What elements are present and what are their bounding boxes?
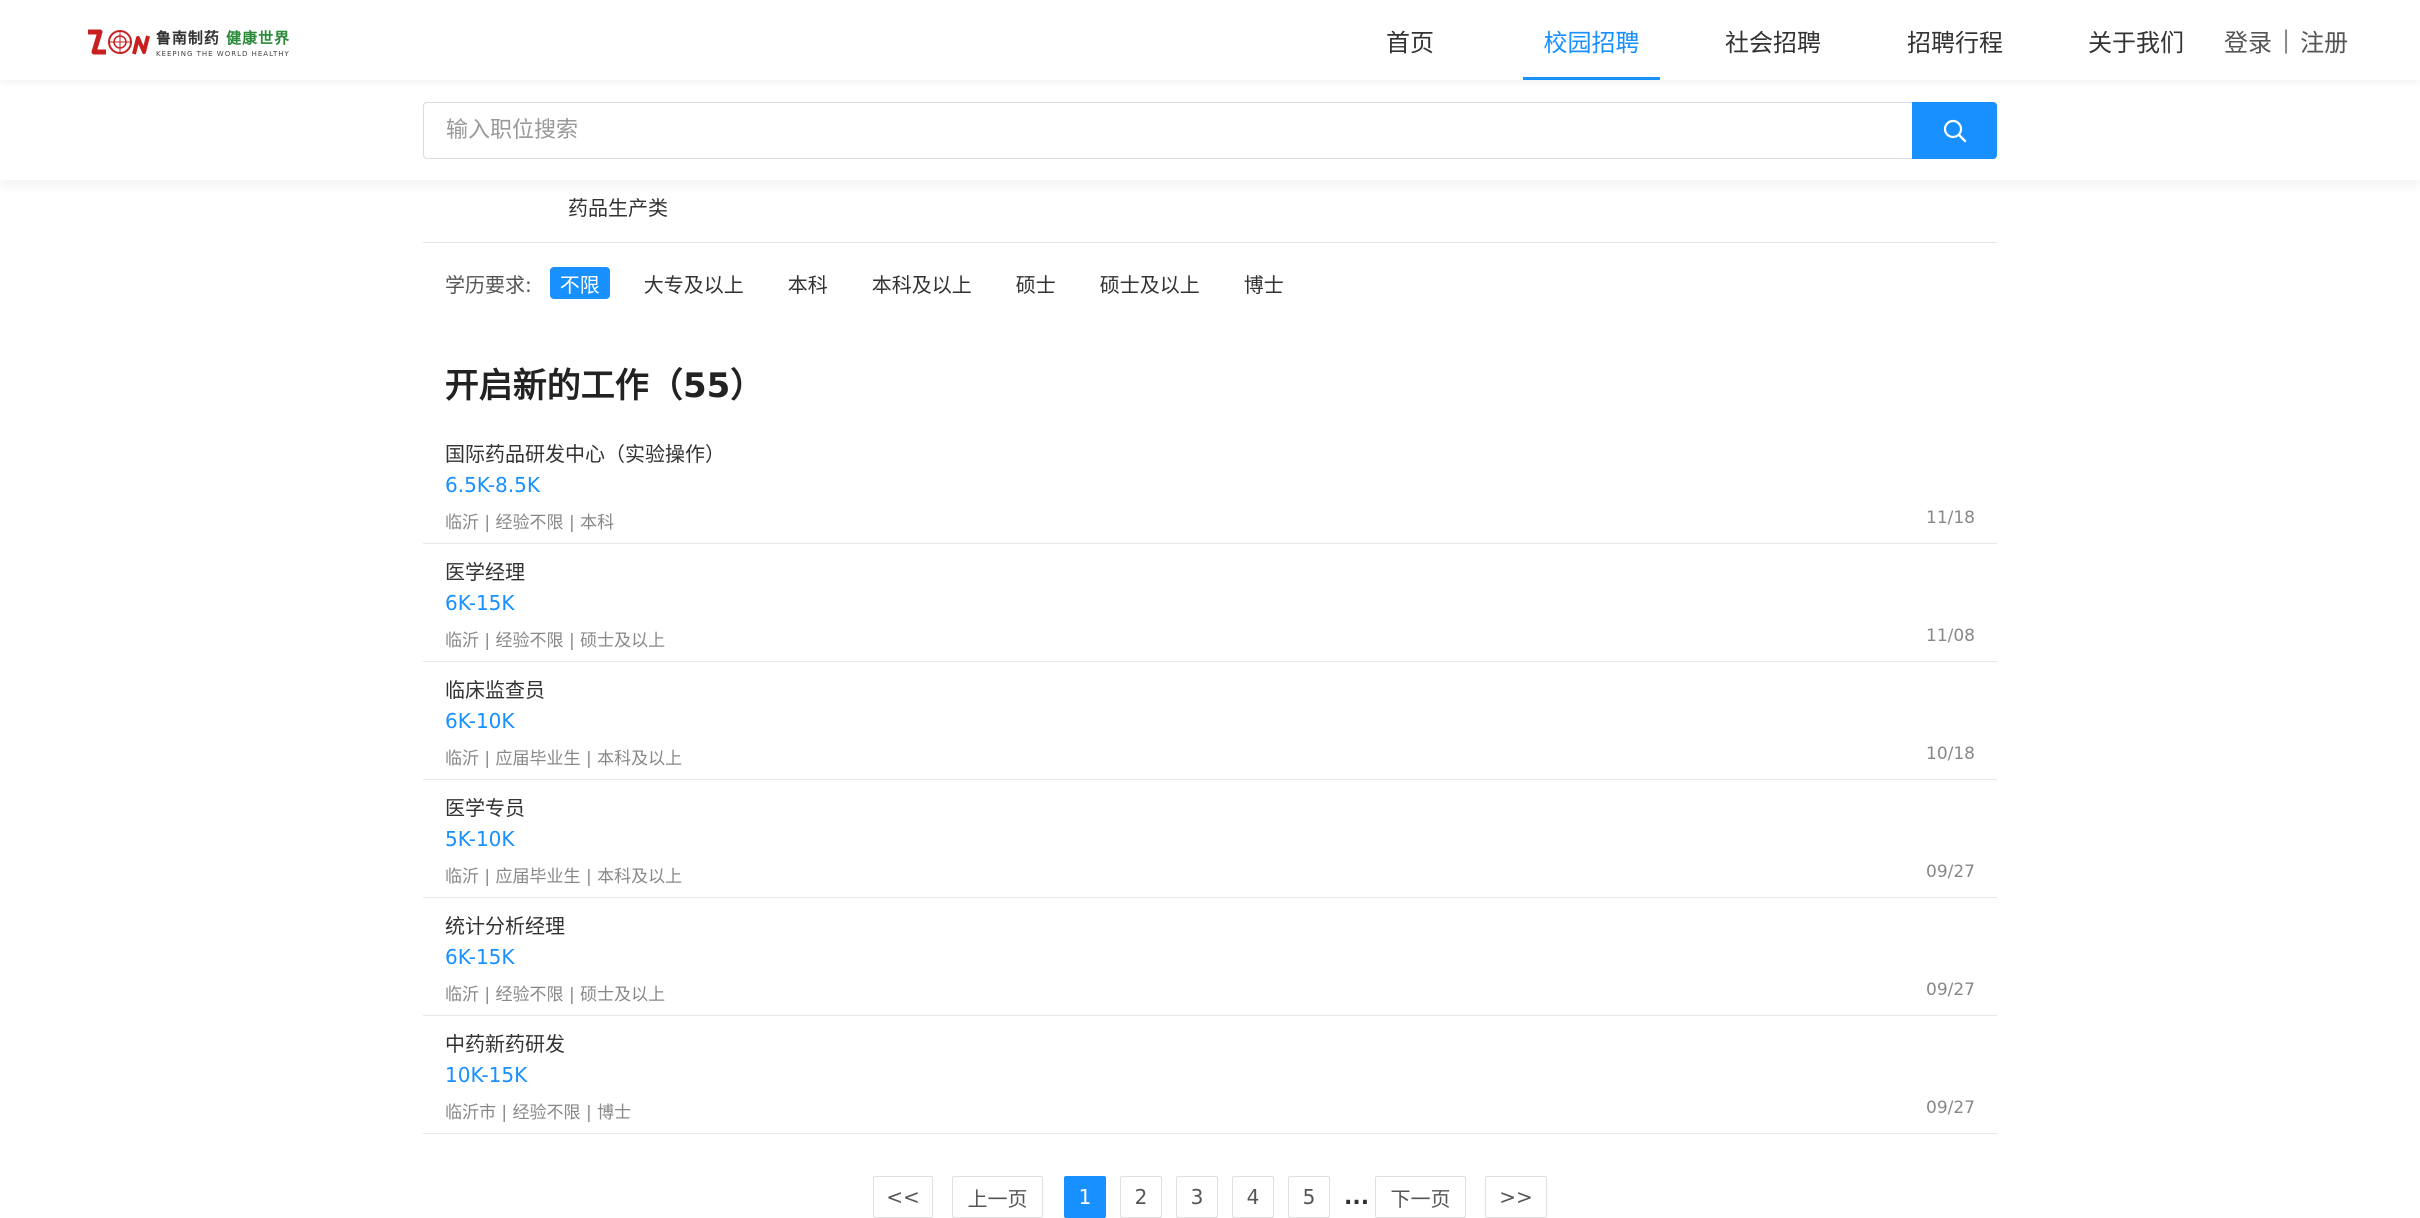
job-salary: 6K-15K [445,591,515,615]
pagination-ellipsis: ... [1344,1184,1370,1210]
job-meta: 临沂 | 应届毕业生 | 本科及以上 [445,867,683,887]
job-date: 09/27 [1926,1098,1975,1118]
pagination-page-5[interactable]: 5 [1288,1176,1330,1218]
job-title: 统计分析经理 [445,914,565,938]
education-option-master-plus[interactable]: 硕士及以上 [1090,267,1210,299]
register-link[interactable]: 注册 [2300,23,2348,58]
auth-links: 登录 | 注册 [2224,0,2348,80]
job-meta: 临沂 | 经验不限 | 硕士及以上 [445,985,666,1005]
job-list-title: 开启新的工作（55） [445,366,765,406]
job-item[interactable]: 统计分析经理 6K-15K 临沂 | 经验不限 | 硕士及以上 09/27 [423,898,1997,1016]
job-title: 医学经理 [445,560,525,584]
search-icon [1943,119,1966,142]
pagination-prev-button[interactable]: 上一页 [952,1176,1043,1218]
education-filter: 学历要求: 不限 大专及以上 本科 本科及以上 硕士 硕士及以上 博士 [445,266,1318,300]
pagination-next-button[interactable]: 下一页 [1375,1176,1466,1218]
job-item[interactable]: 临床监查员 6K-10K 临沂 | 应届毕业生 | 本科及以上 10/18 [423,662,1997,780]
logo-text-cn-1: 鲁南制药 [156,28,221,47]
job-meta: 临沂市 | 经验不限 | 博士 [445,1103,632,1123]
job-item[interactable]: 中药新药研发 10K-15K 临沂市 | 经验不限 | 博士 09/27 [423,1016,1997,1134]
job-meta: 临沂 | 经验不限 | 硕士及以上 [445,631,666,651]
company-logo[interactable]: 鲁南制药 健康世界 KEEPING THE WORLD HEALTHY [84,24,296,60]
site-header: 鲁南制药 健康世界 KEEPING THE WORLD HEALTHY 首页 校… [0,0,2420,80]
job-title: 中药新药研发 [445,1032,565,1056]
education-filter-label: 学历要求: [445,272,532,297]
education-option-bachelor[interactable]: 本科 [778,267,838,299]
search-button[interactable] [1912,102,1997,159]
nav-recruitment-schedule[interactable]: 招聘行程 [1906,0,2004,80]
job-date: 09/27 [1926,862,1975,882]
login-link[interactable]: 登录 [2224,23,2272,58]
pagination-page-2[interactable]: 2 [1120,1176,1162,1218]
education-option-bachelor-plus[interactable]: 本科及以上 [862,267,982,299]
education-option-master[interactable]: 硕士 [1006,267,1066,299]
job-title: 临床监查员 [445,678,545,702]
job-search-input[interactable] [423,102,1912,159]
nav-home[interactable]: 首页 [1368,0,1452,80]
nav-about-us[interactable]: 关于我们 [2087,0,2185,80]
job-item[interactable]: 国际药品研发中心（实验操作） 6.5K-8.5K 临沂 | 经验不限 | 本科 … [423,426,1997,544]
job-item[interactable]: 医学专员 5K-10K 临沂 | 应届毕业生 | 本科及以上 09/27 [423,780,1997,898]
job-salary: 10K-15K [445,1063,528,1087]
search-band [0,80,2420,180]
education-option-college-plus[interactable]: 大专及以上 [634,267,754,299]
job-date: 09/27 [1926,980,1975,1000]
job-salary: 6K-15K [445,945,515,969]
pagination-page-3[interactable]: 3 [1176,1176,1218,1218]
logo-text-cn-2: 健康世界 [226,28,291,47]
job-list: 国际药品研发中心（实验操作） 6.5K-8.5K 临沂 | 经验不限 | 本科 … [423,426,1997,1134]
job-salary: 6K-10K [445,709,515,733]
job-date: 11/18 [1926,508,1975,528]
category-filter-option[interactable]: 药品生产类 [568,192,668,221]
pagination-page-4[interactable]: 4 [1232,1176,1274,1218]
pagination-last-button[interactable]: >> [1485,1176,1547,1218]
education-option-any[interactable]: 不限 [549,267,610,299]
job-meta: 临沂 | 应届毕业生 | 本科及以上 [445,749,683,769]
job-item[interactable]: 医学经理 6K-15K 临沂 | 经验不限 | 硕士及以上 11/08 [423,544,1997,662]
job-title: 医学专员 [445,796,525,820]
nav-social-recruitment[interactable]: 社会招聘 [1724,0,1822,80]
job-date: 10/18 [1926,744,1975,764]
job-salary: 5K-10K [445,827,515,851]
pagination-first-button[interactable]: << [873,1176,933,1218]
logo-emblem-icon [88,29,150,55]
job-title: 国际药品研发中心（实验操作） [445,442,725,466]
education-option-phd[interactable]: 博士 [1234,267,1294,299]
auth-separator: | [2282,26,2291,54]
filter-divider [423,242,1997,243]
nav-campus-recruitment[interactable]: 校园招聘 [1523,0,1660,80]
job-salary: 6.5K-8.5K [445,473,540,497]
pagination: << 上一页 1 2 3 4 5 ... 下一页 >> [0,1176,2420,1218]
job-date: 11/08 [1926,626,1975,646]
job-meta: 临沂 | 经验不限 | 本科 [445,513,615,533]
logo-slogan: KEEPING THE WORLD HEALTHY [156,49,290,58]
pagination-page-1[interactable]: 1 [1064,1176,1106,1218]
